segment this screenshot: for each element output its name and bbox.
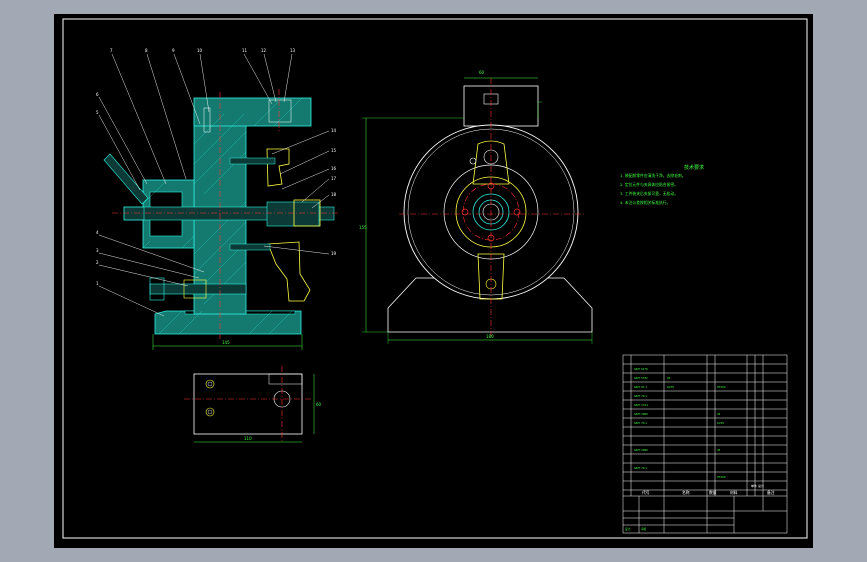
- balloon-2: 2: [96, 260, 99, 265]
- balloon-9: 9: [172, 48, 175, 53]
- balloon-7: 7: [110, 48, 113, 53]
- balloon-18: 18: [331, 192, 337, 197]
- balloon-4: 4: [96, 230, 99, 235]
- balloon-15: 15: [331, 148, 337, 153]
- tech-req-line-1: 1. 装配前零件应清洗干净，去除毛刺。: [620, 173, 686, 178]
- svg-text:GB/T 70.1: GB/T 70.1: [634, 421, 647, 425]
- title-header-qty: 数量: [709, 490, 717, 495]
- svg-text:HT200: HT200: [717, 385, 726, 389]
- title-header-remark: 备注: [767, 490, 775, 495]
- tech-req-line-4: 4. 未注公差按相关标准执行。: [620, 200, 670, 205]
- balloon-17: 17: [331, 176, 337, 181]
- balloon-10: 10: [197, 48, 203, 53]
- svg-text:HT200: HT200: [717, 475, 726, 479]
- svg-text:GB/T 97.1: GB/T 97.1: [634, 385, 647, 389]
- balloon-14: 14: [331, 128, 337, 133]
- tech-req-line-3: 3. 工件装夹后夹紧可靠，无松动。: [620, 191, 678, 196]
- tech-req-line-2: 2. 定位元件与夹具体应贴合紧密。: [620, 182, 678, 187]
- balloon-11: 11: [242, 48, 248, 53]
- svg-text:GB/T 2089: GB/T 2089: [634, 448, 648, 452]
- svg-text:审核: 审核: [641, 527, 647, 531]
- svg-text:45: 45: [667, 376, 671, 380]
- balloon-5: 5: [96, 110, 99, 115]
- svg-text:60: 60: [479, 70, 485, 75]
- svg-text:GB/T 5782: GB/T 5782: [634, 376, 648, 380]
- section-view: 145: [103, 89, 339, 350]
- title-block: [622, 354, 788, 534]
- svg-text:45: 45: [717, 448, 721, 452]
- balloon-8: 8: [145, 48, 148, 53]
- title-header-material: 材料: [730, 490, 738, 495]
- svg-text:180: 180: [486, 334, 494, 339]
- svg-text:Q235: Q235: [667, 385, 674, 389]
- svg-text:Q235: Q235: [717, 421, 724, 425]
- balloon-12: 12: [261, 48, 267, 53]
- svg-text:GB/T 70.1: GB/T 70.1: [634, 394, 647, 398]
- technical-requirements: 技术要求 1. 装配前零件应清洗干净，去除毛刺。 2. 定位元件与夹具体应贴合紧…: [620, 164, 704, 205]
- svg-text:145: 145: [222, 340, 230, 345]
- title-header-code: 代号: [642, 490, 650, 495]
- cad-drawing: 145 7 8 9 10 11 12 13 6 5 4 3 2 1 14 15 …: [62, 18, 808, 539]
- svg-text:GB/T 70.1: GB/T 70.1: [634, 466, 647, 470]
- title-header-weight: 单件 总计: [751, 483, 764, 488]
- svg-text:GB/T 2089: GB/T 2089: [634, 412, 648, 416]
- svg-text:110: 110: [244, 436, 252, 441]
- svg-text:GB/T 119.1: GB/T 119.1: [634, 403, 649, 407]
- svg-text:45: 45: [717, 412, 721, 416]
- svg-text:GB/T 6170: GB/T 6170: [634, 367, 648, 371]
- balloon-1: 1: [96, 281, 99, 286]
- front-view: 155 180 60: [359, 70, 593, 344]
- balloon-16: 16: [331, 166, 337, 171]
- balloon-3: 3: [96, 248, 99, 253]
- balloon-13: 13: [290, 48, 296, 53]
- drawing-sheet: 145 7 8 9 10 11 12 13 6 5 4 3 2 1 14 15 …: [54, 14, 813, 548]
- title-header-name: 名称: [682, 490, 690, 495]
- svg-text:155: 155: [359, 225, 367, 230]
- balloon-19: 19: [331, 251, 337, 256]
- tech-req-title: 技术要求: [684, 164, 704, 171]
- balloon-6: 6: [96, 92, 99, 97]
- svg-text:设计: 设计: [625, 527, 631, 531]
- svg-text:60: 60: [316, 402, 322, 407]
- plan-view: 110 60: [184, 366, 322, 443]
